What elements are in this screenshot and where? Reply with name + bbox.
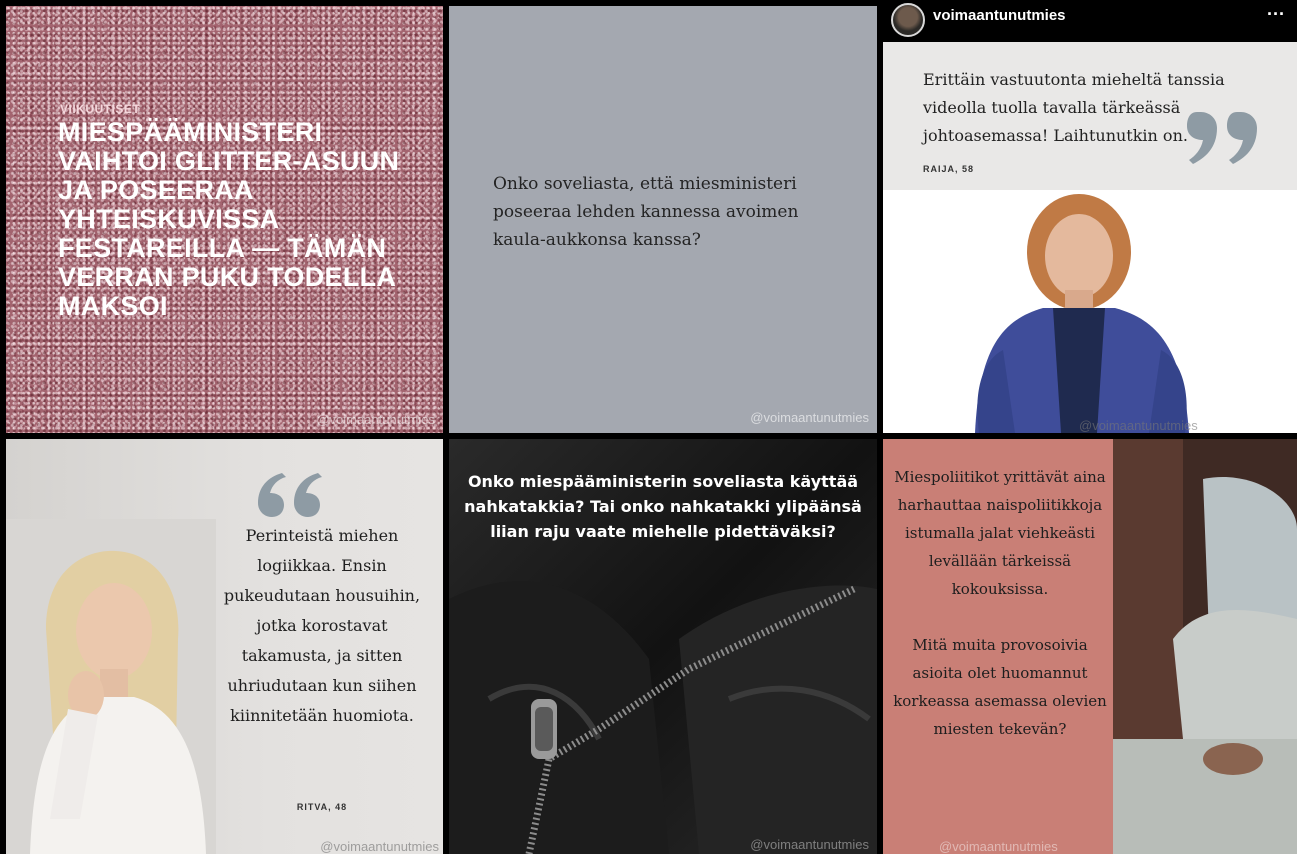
woman-portrait-image bbox=[883, 190, 1297, 433]
watermark: @voimaantunutmies bbox=[750, 837, 869, 852]
closing-quote-icon bbox=[1187, 112, 1257, 164]
post-header: voimaantunutmies ··· bbox=[883, 0, 1297, 42]
opening-quote-icon bbox=[258, 473, 322, 517]
watermark: @voimaantunutmies bbox=[316, 412, 435, 427]
watermark: @voimaantunutmies bbox=[750, 410, 869, 425]
woman-thinking-image bbox=[6, 519, 216, 854]
tile-gray-question[interactable]: Onko soveliasta, että miesministeri pose… bbox=[449, 6, 877, 433]
more-options-icon[interactable]: ··· bbox=[1267, 4, 1285, 25]
watermark: @voimaantunutmies bbox=[1079, 418, 1198, 433]
tile-quote-woman[interactable]: Perinteistä miehen logiikkaa. Ensin puke… bbox=[6, 439, 443, 854]
watermark: @voimaantunutmies bbox=[320, 839, 439, 854]
paragraph-1: Miespoliitikot yrittävät aina harhauttaa… bbox=[894, 468, 1106, 598]
seated-man-image bbox=[1113, 439, 1297, 854]
tile-leather-jacket[interactable]: Onko miespääministerin soveliasta käyttä… bbox=[449, 439, 877, 854]
tile-glitter-headline[interactable]: VIIKUUTISET MIESPÄÄMINISTERI VAIHTOI GLI… bbox=[6, 6, 443, 433]
headline: MIESPÄÄMINISTERI VAIHTOI GLITTER-ASUUN J… bbox=[58, 117, 400, 321]
watermark: @voimaantunutmies bbox=[939, 839, 1058, 854]
paragraph-2: Mitä muita provosoivia asioita olet huom… bbox=[893, 636, 1107, 738]
quote-author: RAIJA, 58 bbox=[923, 164, 975, 174]
headline: Onko miespääministerin soveliasta käyttä… bbox=[464, 472, 862, 541]
question-text: Onko soveliasta, että miesministeri pose… bbox=[493, 174, 799, 250]
avatar[interactable] bbox=[891, 3, 925, 37]
username[interactable]: voimaantunutmies bbox=[933, 7, 1066, 24]
quote-panel: Erittäin vastuutonta mieheltä tanssia vi… bbox=[883, 42, 1297, 190]
quote-text: Perinteistä miehen logiikkaa. Ensin puke… bbox=[223, 526, 421, 725]
image-grid: VIIKUUTISET MIESPÄÄMINISTERI VAIHTOI GLI… bbox=[0, 0, 1297, 854]
tile-politicians-text[interactable]: Miespoliitikot yrittävät aina harhauttaa… bbox=[883, 439, 1297, 854]
tile-instagram-post[interactable]: voimaantunutmies ··· Erittäin vastuutont… bbox=[883, 0, 1297, 433]
quote-author: RITVA, 48 bbox=[296, 802, 348, 812]
text-panel: Miespoliitikot yrittävät aina harhauttaa… bbox=[883, 439, 1113, 854]
category-label: VIIKUUTISET bbox=[60, 102, 141, 116]
